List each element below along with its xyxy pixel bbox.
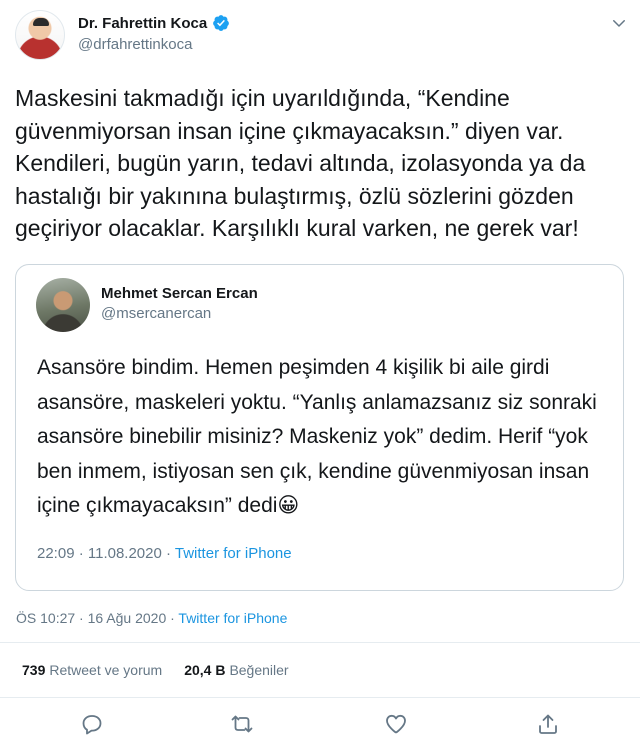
- author-avatar[interactable]: [15, 10, 65, 60]
- chevron-down-icon[interactable]: [610, 14, 628, 32]
- reply-icon[interactable]: [80, 712, 104, 736]
- author-name-row: Dr. Fahrettin Koca: [78, 14, 230, 32]
- tweet-actions: [0, 710, 640, 740]
- share-icon[interactable]: [536, 712, 560, 736]
- divider: [0, 642, 640, 643]
- likes-label: Beğeniler: [229, 662, 289, 678]
- quoted-tweet-meta: 22:09 · 11.08.2020 · Twitter for iPhone: [37, 545, 292, 562]
- retweets-count: 739: [22, 662, 46, 678]
- quoted-tweet-card[interactable]: Mehmet Sercan Ercan @msercanercan Asansö…: [15, 264, 624, 591]
- likes-stat[interactable]: 20,4 B Beğeniler: [184, 662, 288, 678]
- author-handle[interactable]: @drfahrettinkoca: [78, 36, 192, 53]
- quoted-tweet-time: 22:09 · 11.08.2020 ·: [37, 545, 175, 562]
- retweets-stat[interactable]: 739 Retweet ve yorum: [22, 662, 162, 678]
- tweet-text: Maskesini takmadığı için uyarıldığında, …: [15, 85, 586, 241]
- quoted-tweet-source[interactable]: Twitter for iPhone: [175, 545, 292, 562]
- retweets-label: Retweet ve yorum: [49, 662, 163, 678]
- quoted-author-handle: @msercanercan: [101, 305, 212, 322]
- quoted-author-avatar: [36, 278, 90, 332]
- quoted-author-name: Mehmet Sercan Ercan: [101, 285, 258, 302]
- likes-count: 20,4 B: [184, 662, 226, 678]
- quoted-tweet-text: Asansöre bindim. Hemen peşimden 4 kişili…: [37, 356, 597, 517]
- tweet-source[interactable]: Twitter for iPhone: [178, 610, 287, 626]
- tweet-time[interactable]: ÖS 10:27 · 16 Ağu 2020 ·: [16, 610, 178, 626]
- heart-icon[interactable]: [384, 712, 408, 736]
- verified-badge-icon: [213, 15, 230, 31]
- retweet-icon[interactable]: [230, 712, 254, 736]
- tweet-stats: 739 Retweet ve yorum 20,4 B Beğeniler: [22, 662, 289, 678]
- tweet-meta: ÖS 10:27 · 16 Ağu 2020 · Twitter for iPh…: [16, 610, 287, 626]
- author-display-name[interactable]: Dr. Fahrettin Koca: [78, 15, 207, 32]
- divider: [0, 697, 640, 698]
